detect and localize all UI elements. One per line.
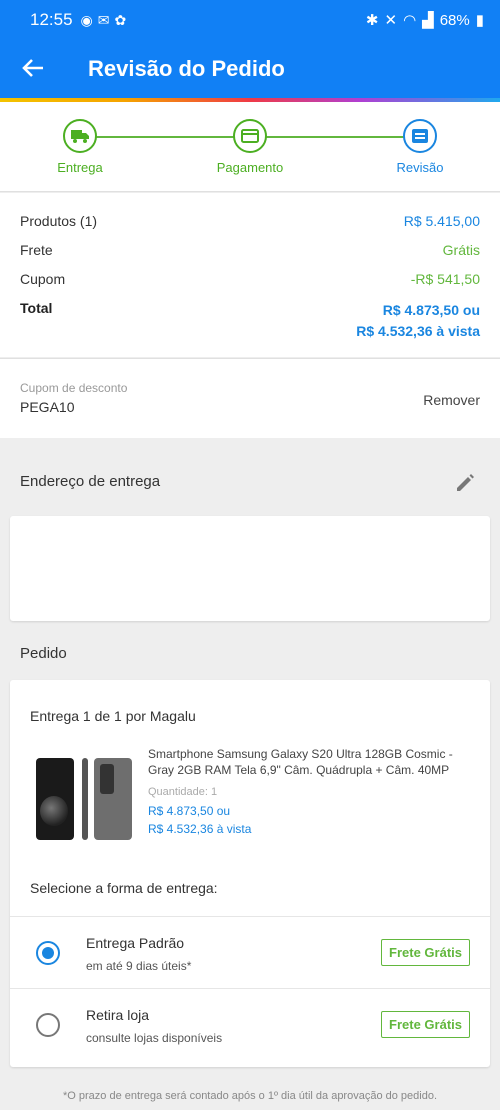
product-name: Smartphone Samsung Galaxy S20 Ultra 128G… [148,747,453,777]
step-entrega[interactable]: Entrega [20,119,140,175]
battery-icon: ▮ [475,12,484,29]
arrow-left-icon [22,59,43,77]
total-value-cash: R$ 4.532,36 à vista [356,323,480,339]
order-card: Entrega 1 de 1 por Magalu Smartphone Sam… [10,680,490,1067]
truck-icon [71,130,89,143]
radio-unselected-icon[interactable] [36,1013,60,1037]
delivery-options-title: Selecione a forma de entrega: [30,880,218,896]
back-button[interactable] [22,56,62,82]
free-shipping-badge: Frete Grátis [381,939,470,966]
total-value-installments: R$ 4.873,50 ou [382,302,480,318]
summary-row-coupon: Cupom -R$ 541,50 [20,271,480,300]
step-label: Revisão [396,160,444,175]
shipping-label: Frete [20,242,53,258]
app-icon: ✿ [114,11,127,28]
shipment-title: Entrega 1 de 1 por Magalu [30,708,196,724]
mute-icon: ✕ [384,12,398,29]
delivery-footnote: *O prazo de entrega será contado após o … [63,1090,437,1102]
step-label: Entrega [57,160,103,175]
products-value: R$ 5.415,00 [403,213,480,229]
coupon-value: -R$ 541,50 [410,271,480,287]
product-image-front [36,758,74,840]
summary-row-shipping: Frete Grátis [20,242,480,271]
summary-row-total: Total R$ 4.873,50 ou R$ 4.532,36 à vista [20,300,480,342]
product-price-installments: R$ 4.873,50 ou [148,804,231,818]
coupon-section: Cupom de desconto PEGA10 Remover [0,358,500,438]
step-revisao[interactable]: Revisão [360,119,480,175]
option-name: Retira loja [86,1007,150,1023]
option-desc: em até 9 dias úteis* [86,959,192,973]
shipping-value: Grátis [442,242,480,258]
product-image-back [94,758,132,840]
app-bar: 12:55 ◉ ✉ ✿ ✱ ✕ ◠ ▟ 68% ▮ Revisão do Ped… [0,0,500,98]
product-image-side [82,758,88,840]
free-shipping-badge: Frete Grátis [381,1011,470,1038]
coupon-label: Cupom [20,271,66,287]
product-price-cash: R$ 4.532,36 à vista [148,822,252,836]
status-bar: 12:55 ◉ ✉ ✿ ✱ ✕ ◠ ▟ 68% ▮ [0,0,500,40]
address-card[interactable] [10,516,490,621]
review-icon [412,129,428,143]
whatsapp-icon: ◉ [80,11,93,28]
product-quantity: Quantidade: 1 [148,786,218,798]
remove-coupon-button[interactable]: Remover [423,392,480,408]
checkout-stepper: Entrega Pagamento Revisão [0,102,500,192]
status-time: 12:55 [30,10,73,29]
order-summary: Produtos (1) R$ 5.415,00 Frete Grátis Cu… [0,193,500,357]
option-name: Entrega Padrão [86,935,185,951]
coupon-code: PEGA10 [20,399,75,415]
radio-selected-icon[interactable] [36,941,60,965]
step-pagamento[interactable]: Pagamento [190,119,310,175]
wifi-icon: ◠ [403,12,417,29]
order-section-title: Pedido [20,645,67,662]
products-label: Produtos (1) [20,213,98,229]
card-icon [241,129,259,143]
delivery-option-store-pickup[interactable]: Retira loja consulte lojas disponíveis F… [10,988,490,1060]
toolbar: Revisão do Pedido [0,40,500,98]
edit-address-button[interactable] [454,472,476,494]
bluetooth-icon: ✱ [365,12,379,29]
coupon-field-label: Cupom de desconto [20,381,128,395]
notification-icon: ✉ [97,11,110,28]
total-label: Total [20,300,53,316]
summary-row-products: Produtos (1) R$ 5.415,00 [20,213,480,242]
battery-level: 68% [439,11,470,29]
delivery-option-standard[interactable]: Entrega Padrão em até 9 dias úteis* Fret… [10,916,490,988]
address-section-title: Endereço de entrega [20,473,161,490]
page-title: Revisão do Pedido [88,56,285,81]
pencil-icon [457,474,474,491]
step-label: Pagamento [216,160,284,175]
product-info: Smartphone Samsung Galaxy S20 Ultra 128G… [148,746,468,838]
signal-icon: ▟ [422,12,434,29]
option-desc: consulte lojas disponíveis [86,1031,223,1045]
